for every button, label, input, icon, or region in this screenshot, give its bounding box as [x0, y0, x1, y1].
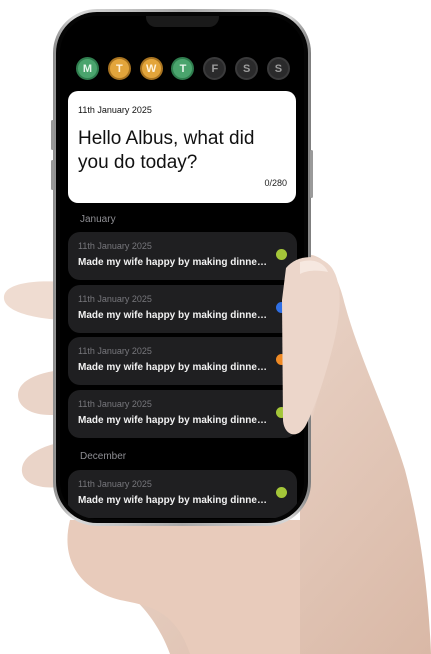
entry-card[interactable]: 11th January 2025 Made my wife happy by … [68, 337, 297, 385]
entry-date: 11th January 2025 [78, 346, 152, 356]
entry-date: 11th January 2025 [78, 399, 152, 409]
entry-card[interactable]: 11th January 2025 Made my wife happy by … [68, 390, 297, 438]
phone-screen: M T W T F S S 11th January 2025 Hello Al… [60, 16, 304, 519]
mood-dot [276, 487, 287, 498]
entry-text: Made my wife happy by making dinner and … [78, 495, 270, 506]
month-header: December [80, 451, 127, 462]
entry-card[interactable]: 11th January 2025 Made my wife happy by … [68, 232, 297, 280]
entry-card[interactable]: 11th January 2025 Made my wife happy by … [68, 470, 297, 518]
character-counter: 0/280 [264, 178, 287, 188]
day-sunday[interactable]: S [266, 57, 290, 80]
volume-button [51, 160, 54, 190]
compose-prompt: Hello Albus, what did you do today? [78, 128, 255, 173]
compose-date: 11th January 2025 [78, 105, 152, 115]
day-saturday[interactable]: S [235, 57, 259, 80]
day-monday[interactable]: M [76, 57, 99, 80]
day-friday[interactable]: F [203, 57, 227, 80]
weekday-selector: M T W T F S S [76, 57, 290, 81]
volume-button [51, 120, 54, 150]
entry-date: 11th January 2025 [78, 479, 152, 489]
entry-text: Made my wife happy by making dinner and … [78, 362, 270, 373]
day-wednesday[interactable]: W [139, 57, 163, 80]
mood-dot [276, 407, 287, 418]
mood-dot [276, 249, 287, 260]
month-header: January [80, 214, 116, 225]
power-button [310, 150, 313, 198]
journal-entry-input[interactable]: 11th January 2025 Hello Albus, what did … [68, 91, 296, 203]
mood-dot [276, 354, 287, 365]
entry-text: Made my wife happy by making dinner and … [78, 310, 270, 321]
day-thursday[interactable]: T [171, 57, 195, 80]
entry-text: Made my wife happy by making dinner and … [78, 415, 270, 426]
entry-card[interactable]: 11th January 2025 Made my wife happy by … [68, 285, 297, 333]
product-mockup: M T W T F S S 11th January 2025 Hello Al… [0, 0, 431, 654]
mood-dot [276, 302, 287, 313]
entry-text: Made my wife happy by making dinner and … [78, 257, 270, 268]
entry-date: 11th January 2025 [78, 294, 152, 304]
day-tuesday[interactable]: T [107, 57, 131, 80]
entry-date: 11th January 2025 [78, 241, 152, 251]
dynamic-island [146, 16, 219, 27]
